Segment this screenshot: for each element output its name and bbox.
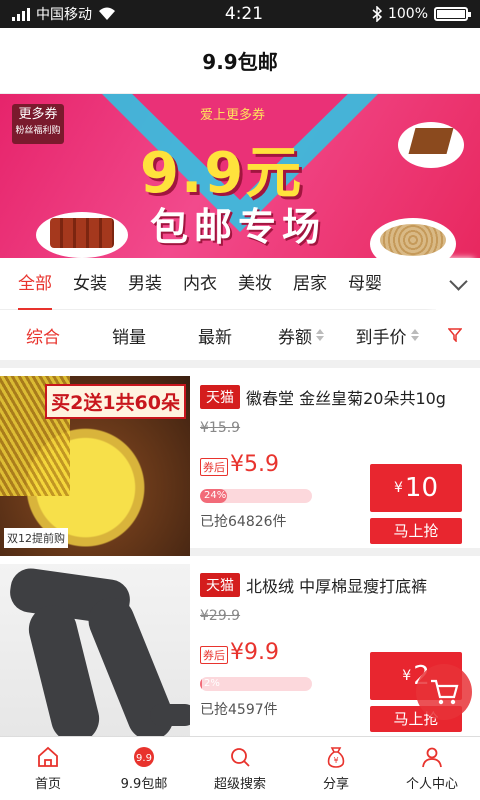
carrier-label: 中国移动 (36, 7, 92, 23)
svg-text:¥: ¥ (333, 756, 338, 765)
home-icon (38, 746, 58, 767)
promo-banner[interactable]: 更多券 粉丝福利购 爱上更多券 9.9元 包邮专场 (0, 94, 480, 258)
category-tab-women[interactable]: 女装 (73, 258, 107, 310)
category-tab-men[interactable]: 男装 (128, 258, 162, 310)
banner-food-tofu-image (398, 122, 464, 168)
nav-home[interactable]: 首页 (0, 737, 96, 800)
product-card[interactable]: 买2送1共60朵 双12提前购 天猫 徽春堂 金丝皇菊20朵共10g ¥15.9 … (0, 368, 480, 556)
filter-button[interactable] (430, 328, 480, 342)
sort-comprehensive[interactable]: 综合 (0, 323, 86, 348)
more-coupons-badge: 更多券 粉丝福利购 (12, 104, 64, 144)
nav-nine-nine[interactable]: 9.9 9.9包邮 (96, 737, 192, 800)
after-coupon-label: 券后 (200, 646, 228, 664)
sort-arrows-icon (316, 329, 324, 341)
bluetooth-icon (372, 6, 382, 22)
category-tab-home[interactable]: 居家 (293, 258, 327, 310)
page-title: 9.9包邮 (0, 28, 480, 94)
banner-food-rice-image (370, 218, 456, 258)
nav-search[interactable]: 超级搜索 (192, 737, 288, 800)
sort-bar: 综合 销量 最新 券额 到手价 (0, 310, 480, 368)
product-name: 北极绒 中厚棉显瘦打底裤 (246, 577, 428, 596)
sort-final-price[interactable]: 到手价 (344, 323, 430, 348)
signal-icon (12, 7, 30, 21)
product-image (0, 564, 190, 744)
app-root: 中国移动 4:21 100% 9.9包邮 更多券 粉丝福利购 爱上更多券 9.9… (0, 0, 480, 800)
category-tabs: 全部 女装 男装 内衣 美妆 居家 母婴 (0, 258, 480, 310)
final-price: ¥9.9 (230, 640, 279, 665)
original-price: ¥29.9 (200, 608, 241, 624)
image-promo-tag: 双12提前购 (4, 528, 68, 548)
product-image: 买2送1共60朵 双12提前购 (0, 376, 190, 556)
banner-slogan: 爱上更多券 (200, 108, 266, 123)
coupon-badge[interactable]: ¥10 (370, 464, 462, 512)
sold-progress-bar: 24% (200, 489, 312, 503)
banner-subhead: 包邮专场 (150, 205, 327, 249)
category-tab-beauty[interactable]: 美妆 (238, 258, 272, 310)
product-name: 徽春堂 金丝皇菊20朵共10g (246, 389, 446, 408)
chevron-down-icon (448, 271, 468, 291)
sort-coupon-amount[interactable]: 券额 (258, 323, 344, 348)
original-price: ¥15.9 (200, 420, 241, 436)
tmall-tag: 天猫 (200, 573, 240, 597)
image-promo-text: 买2送1共60朵 (45, 384, 186, 419)
category-tab-underwear[interactable]: 内衣 (183, 258, 217, 310)
search-icon (231, 748, 250, 767)
grab-now-button[interactable]: 马上抢 (370, 518, 462, 544)
banner-food-jerky-image (36, 212, 128, 258)
floating-cart-button[interactable] (416, 664, 472, 720)
status-bar: 中国移动 4:21 100% (0, 0, 480, 28)
sold-progress-bar: 2% (200, 677, 312, 691)
product-card[interactable]: 天猫 北极绒 中厚棉显瘦打底裤 ¥29.9 券后 ¥9.9 2% 已抢4597件 ¥… (0, 556, 480, 744)
final-price: ¥5.9 (230, 452, 279, 477)
sort-arrows-icon (410, 329, 419, 341)
sort-newest[interactable]: 最新 (172, 323, 258, 348)
wifi-icon (99, 7, 115, 20)
expand-categories-button[interactable] (436, 258, 480, 310)
clock: 4:21 (224, 4, 264, 24)
category-tab-baby[interactable]: 母婴 (348, 258, 382, 310)
category-tab-all[interactable]: 全部 (18, 258, 52, 310)
bottom-nav: 首页 9.9 9.9包邮 超级搜索 ¥ 分享 个人中心 (0, 736, 480, 800)
cart-icon (431, 679, 459, 705)
battery-icon (434, 7, 471, 21)
money-bag-icon: ¥ (327, 747, 345, 768)
nav-share[interactable]: ¥ 分享 (288, 737, 384, 800)
after-coupon-label: 券后 (200, 458, 228, 476)
battery-label: 100% (387, 6, 428, 22)
sort-sales[interactable]: 销量 (86, 323, 172, 348)
person-icon (422, 747, 442, 768)
nine-nine-icon: 9.9 (134, 747, 154, 767)
nav-profile[interactable]: 个人中心 (384, 737, 480, 800)
tmall-tag: 天猫 (200, 385, 240, 409)
filter-funnel-icon (448, 328, 462, 342)
svg-text:9.9: 9.9 (136, 753, 152, 764)
product-list: 买2送1共60朵 双12提前购 天猫 徽春堂 金丝皇菊20朵共10g ¥15.9 … (0, 368, 480, 744)
